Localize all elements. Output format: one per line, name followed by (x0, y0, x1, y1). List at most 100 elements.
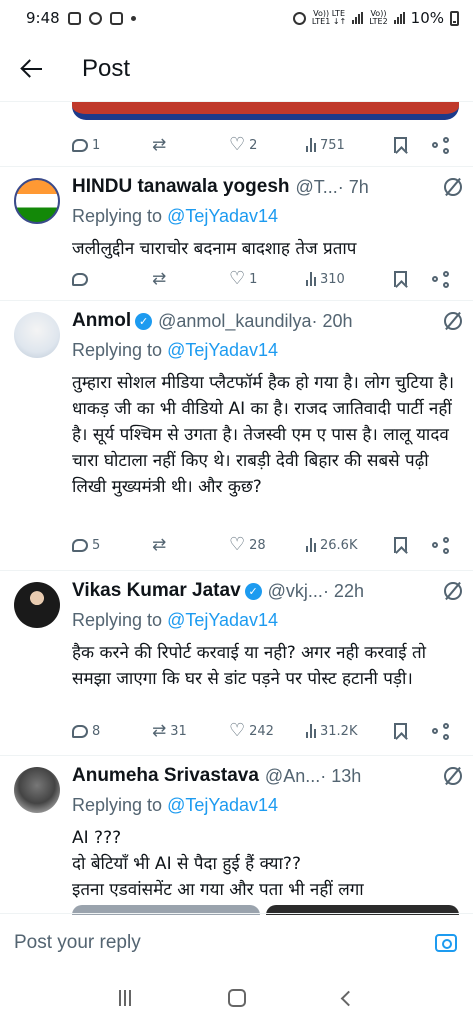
gallery-icon (67, 11, 81, 25)
verified-icon: ✓ (244, 582, 262, 600)
share-button[interactable] (432, 137, 450, 154)
author-name[interactable]: HINDU tanawala yogesh (72, 176, 290, 198)
verified-icon: ✓ (135, 312, 153, 330)
share-icon (432, 723, 450, 740)
like-icon: ♡ (229, 720, 246, 741)
post-time: · 20h (311, 310, 353, 331)
status-time: 9:48 (26, 9, 60, 27)
repost-button[interactable]: ⇄ 31 (152, 721, 229, 741)
avatar[interactable] (14, 178, 60, 224)
reply-button[interactable]: 8 (72, 724, 152, 739)
views-icon (306, 724, 316, 738)
recent-apps-icon[interactable] (118, 990, 131, 1006)
author-handle[interactable]: @An... (265, 766, 320, 787)
share-button[interactable] (432, 271, 450, 288)
battery-icon (450, 10, 459, 26)
bookmark-button[interactable] (394, 137, 432, 153)
bookmark-icon (394, 271, 407, 287)
like-button[interactable]: ♡ 2 (229, 134, 306, 155)
author-handle[interactable]: @anmol_kaundilya (158, 311, 311, 332)
mention-link[interactable]: @TejYadav14 (167, 795, 278, 815)
repost-button[interactable]: ⇄ (152, 269, 229, 289)
share-icon (432, 137, 450, 154)
replying-to: Replying to @TejYadav14 (72, 795, 279, 815)
grok-icon[interactable] (444, 178, 462, 196)
views-icon (306, 538, 316, 552)
repost-icon: ⇄ (152, 721, 167, 741)
repost-button[interactable]: ⇄ (152, 135, 229, 155)
reply-actions: ⇄ ♡ 1 310 (72, 268, 452, 290)
reply-item[interactable]: HINDU tanawala yogesh @T... · 7h Replyin… (0, 166, 473, 300)
page-title: Post (82, 54, 131, 82)
avatar[interactable] (14, 582, 60, 628)
reply-composer[interactable]: Post your reply (0, 913, 473, 971)
reply-button[interactable] (72, 272, 152, 286)
post-time: · 13h (320, 765, 362, 786)
bookmark-icon (394, 137, 407, 153)
post-actions: 1 ⇄ ♡ 2 751 (72, 134, 452, 156)
voicemail-icon (109, 11, 123, 25)
grok-icon[interactable] (444, 767, 462, 785)
bookmark-button[interactable] (394, 537, 432, 553)
author-handle[interactable]: @T... (296, 177, 338, 198)
camera-icon[interactable] (435, 933, 457, 952)
author-name[interactable]: Anumeha Srivastava (72, 765, 259, 787)
repost-icon: ⇄ (152, 135, 167, 155)
repost-button[interactable]: ⇄ (152, 535, 229, 555)
views-button[interactable]: 751 (306, 138, 394, 153)
share-button[interactable] (432, 537, 450, 554)
bookmark-button[interactable] (394, 271, 432, 287)
more-notifications-icon (130, 15, 136, 21)
network2-label: Vo)) LTE2 (369, 9, 388, 26)
author-handle[interactable]: @vkj... (268, 581, 323, 602)
reply-item[interactable]: Vikas Kumar Jatav ✓ @vkj... · 22h Replyi… (0, 570, 473, 755)
home-icon[interactable] (227, 989, 246, 1007)
bookmark-icon (394, 537, 407, 553)
reply-item[interactable]: Anumeha Srivastava @An... · 13h Replying… (0, 755, 473, 913)
like-button[interactable]: ♡ 242 (229, 720, 306, 741)
reply-input[interactable]: Post your reply (14, 932, 141, 954)
author-name[interactable]: Anmol (72, 310, 131, 332)
system-nav-bar (0, 972, 473, 1024)
system-back-icon[interactable] (341, 990, 357, 1006)
views-button[interactable]: 31.2K (306, 724, 394, 739)
signal1-icon (352, 12, 364, 24)
views-button[interactable]: 26.6K (306, 538, 394, 553)
reply-icon (72, 138, 88, 152)
share-button[interactable] (432, 723, 450, 740)
reply-button[interactable]: 1 (72, 138, 152, 153)
post-time: · 7h (337, 176, 369, 197)
views-button[interactable]: 310 (306, 272, 394, 287)
grok-icon[interactable] (444, 312, 462, 330)
status-bar: 9:48 Vo)) LTE LTE1 ↓↑ Vo)) LTE2 10% (0, 0, 473, 36)
like-button[interactable]: ♡ 1 (229, 268, 306, 289)
avatar[interactable] (14, 312, 60, 358)
header: Post (0, 36, 473, 102)
avatar[interactable] (14, 767, 60, 813)
quoted-media-image[interactable] (72, 102, 459, 120)
share-icon (432, 271, 450, 288)
like-button[interactable]: ♡ 28 (229, 534, 306, 555)
reply-actions: 8 ⇄ 31 ♡ 242 31.2K (72, 720, 452, 742)
like-icon: ♡ (229, 534, 246, 555)
reply-text: AI ??? दो बेटियाँ भी AI से पैदा हुई हैं … (72, 828, 364, 900)
mention-link[interactable]: @TejYadav14 (167, 206, 278, 226)
repost-icon: ⇄ (152, 535, 167, 555)
bookmark-button[interactable] (394, 723, 432, 739)
like-icon: ♡ (229, 268, 246, 289)
views-icon (306, 272, 316, 286)
mention-link[interactable]: @TejYadav14 (167, 340, 278, 360)
mention-link[interactable]: @TejYadav14 (167, 610, 278, 630)
grok-icon[interactable] (444, 582, 462, 600)
reply-text: तुम्हारा सोशल मीडिया प्लैटफॉर्म हैक हो ग… (72, 373, 455, 497)
replying-to: Replying to @TejYadav14 (72, 610, 279, 630)
author-name[interactable]: Vikas Kumar Jatav (72, 580, 241, 602)
reply-button[interactable]: 5 (72, 538, 152, 553)
like-icon: ♡ (229, 134, 246, 155)
replying-to: Replying to @TejYadav14 (72, 206, 279, 226)
back-arrow-icon[interactable] (20, 57, 44, 81)
reply-item[interactable]: Anmol ✓ @anmol_kaundilya · 20h Replying … (0, 300, 473, 570)
reply-icon (72, 724, 88, 738)
bookmark-icon (394, 723, 407, 739)
repost-icon: ⇄ (152, 269, 167, 289)
